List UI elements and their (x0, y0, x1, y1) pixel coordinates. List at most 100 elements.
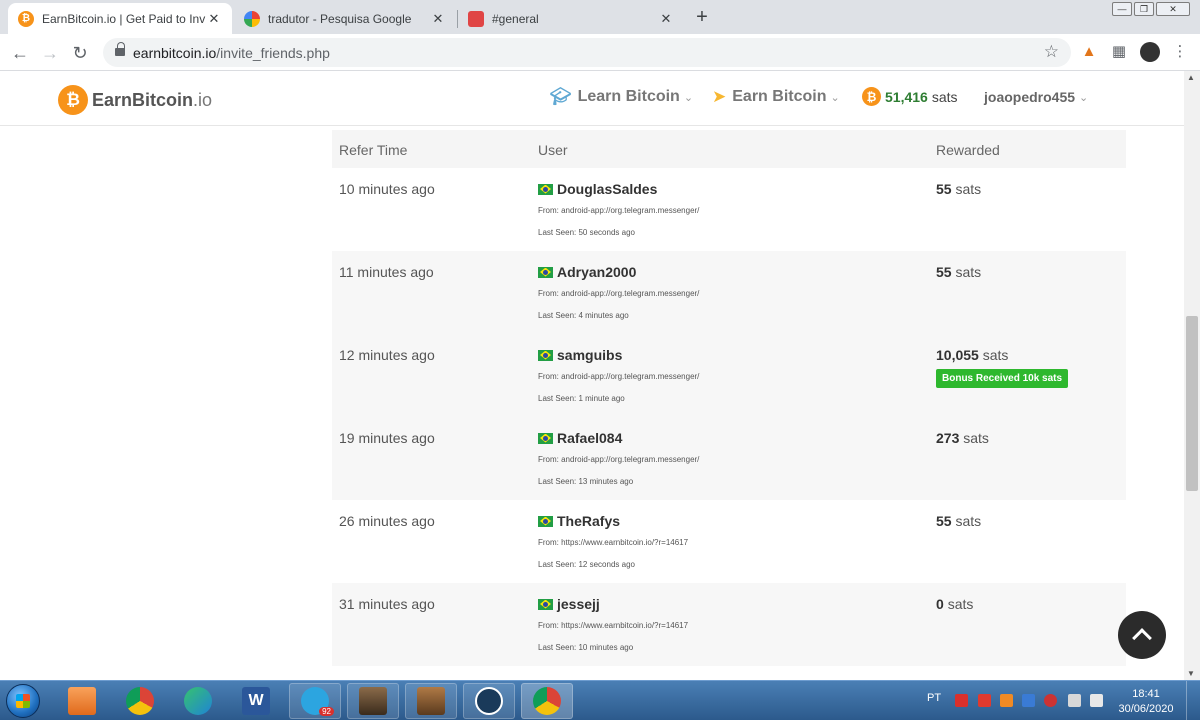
reward-cell: 55 sats (936, 264, 981, 280)
headset-icon (475, 687, 503, 715)
extensions-puzzle-icon[interactable]: ▦ (1109, 42, 1129, 62)
clock-time: 18:41 (1132, 688, 1160, 700)
close-icon[interactable]: ✕ (206, 11, 222, 27)
close-icon[interactable]: ✕ (658, 11, 674, 27)
chrome-icon (126, 687, 154, 715)
taskbar-edge[interactable] (172, 683, 224, 719)
tray-app-icon[interactable] (1000, 694, 1013, 707)
minimize-button[interactable]: — (1112, 2, 1132, 16)
reward-cell: 10,055 sats Bonus Received 10k sats (936, 347, 1069, 388)
profile-avatar[interactable] (1140, 42, 1160, 62)
back-to-top-button[interactable] (1118, 611, 1166, 659)
close-window-button[interactable]: ✕ (1156, 2, 1190, 16)
chevron-up-icon (1132, 628, 1152, 648)
user-source: From: android-app://org.telegram.messeng… (538, 372, 700, 381)
volume-icon[interactable] (1090, 694, 1103, 707)
language-indicator[interactable]: PT (927, 692, 941, 704)
brazil-flag-icon (538, 515, 553, 527)
table-row: 31 minutes ago jessejj From: https://www… (332, 583, 1126, 666)
header-refer-time: Refer Time (339, 142, 408, 158)
header-rewarded: Rewarded (936, 142, 1000, 158)
taskbar-game-1[interactable] (347, 683, 399, 719)
taskbar-support[interactable] (463, 683, 515, 719)
bitcoin-coin-icon: ₿ (862, 87, 881, 106)
user-menu[interactable]: joaopedro455 ⌄ (984, 89, 1088, 105)
show-desktop-button[interactable] (1186, 681, 1200, 720)
scroll-up-arrow-icon[interactable]: ▲ (1187, 73, 1195, 82)
start-button[interactable] (6, 684, 40, 718)
tab-general-chat[interactable]: #general ✕ (458, 3, 684, 34)
tray-app-icon[interactable] (1022, 694, 1035, 707)
table-row: 19 minutes ago Rafael084 From: android-a… (332, 417, 1126, 500)
user-source: From: https://www.earnbitcoin.io/?r=1461… (538, 621, 689, 630)
taskbar-word[interactable]: W (230, 683, 282, 719)
balance-amount: 51,416 (885, 88, 928, 105)
reward-cell: 55 sats (936, 513, 981, 529)
lock-icon (115, 42, 125, 58)
user-last-seen: Last Seen: 4 minutes ago (538, 311, 629, 320)
new-tab-button[interactable]: + (690, 6, 714, 30)
taskbar-chrome-active[interactable] (521, 683, 573, 719)
bitcoin-logo-icon: ₿ (58, 85, 88, 115)
user-cell: samguibs From: android-app://org.telegra… (538, 347, 699, 403)
site-header: ₿ EarnBitcoin.io 🎓︎ Learn Bitcoin ⌄ ➤ Ea… (0, 71, 1184, 126)
close-icon[interactable]: ✕ (430, 11, 446, 27)
site-logo[interactable]: ₿ EarnBitcoin.io (58, 85, 212, 115)
taskbar-media-player[interactable] (56, 683, 108, 719)
reward-cell: 55 sats (936, 181, 981, 197)
forward-icon[interactable]: → (38, 41, 62, 65)
header-user: User (538, 142, 568, 158)
scroll-down-arrow-icon[interactable]: ▼ (1187, 669, 1195, 678)
brazil-flag-icon (538, 349, 553, 361)
nav-earn-bitcoin[interactable]: ➤ Earn Bitcoin ⌄ (712, 87, 840, 107)
restore-button[interactable]: ❐ (1134, 2, 1154, 16)
taskbar-game-2[interactable] (405, 683, 457, 719)
chat-app-icon (468, 10, 484, 27)
user-name: Adryan2000 (538, 264, 699, 280)
graduation-cap-icon: 🎓︎ (550, 87, 572, 106)
telegram-unread-badge: 92 (319, 707, 334, 716)
url-text: earnbitcoin.io/invite_friends.php (133, 45, 330, 61)
network-icon[interactable] (1068, 694, 1081, 707)
scrollbar-thumb[interactable] (1186, 316, 1198, 491)
system-clock[interactable]: 18:41 30/06/2020 (1116, 687, 1176, 717)
tray-app-icon[interactable] (955, 694, 968, 707)
page-content: Refer Time User Rewarded 10 minutes ago … (0, 126, 1184, 680)
nav-learn-bitcoin[interactable]: 🎓︎ Learn Bitcoin ⌄ (550, 87, 693, 107)
nav-learn-bitcoin-label: Learn Bitcoin (577, 88, 680, 105)
taskbar-chrome[interactable] (114, 683, 166, 719)
user-last-seen: Last Seen: 10 minutes ago (538, 643, 634, 652)
edge-icon (184, 687, 212, 715)
refer-time: 19 minutes ago (339, 430, 435, 446)
user-source: From: android-app://org.telegram.messeng… (538, 289, 700, 298)
chevron-down-icon: ⌄ (683, 91, 694, 104)
metamask-fox-icon[interactable]: ▲ (1079, 42, 1099, 62)
user-name-text: Adryan2000 (557, 264, 637, 280)
user-cell: DouglasSaldes From: android-app://org.te… (538, 181, 699, 237)
taskbar-telegram[interactable]: 92 (289, 683, 341, 719)
reward-amount: 10,055 (936, 347, 979, 363)
menu-dots-icon[interactable]: ⋮ (1170, 42, 1190, 62)
brazil-flag-icon (538, 432, 553, 444)
page-scrollbar[interactable]: ▲ ▼ (1184, 71, 1200, 680)
tab-title: EarnBitcoin.io | Get Paid to Invite (42, 11, 206, 26)
reward-unit: sats (955, 181, 982, 197)
reward-unit: sats (963, 430, 989, 446)
table-row: 12 minutes ago samguibs From: android-ap… (332, 334, 1126, 417)
tab-google-search[interactable]: tradutor - Pesquisa Google ✕ (234, 3, 456, 34)
tab-earnbitcoin[interactable]: ₿ EarnBitcoin.io | Get Paid to Invite ✕ (8, 3, 232, 34)
user-name-text: samguibs (557, 347, 623, 363)
reload-icon[interactable]: ↻ (68, 41, 92, 65)
back-icon[interactable]: ← (8, 41, 32, 65)
user-name: TheRafys (538, 513, 688, 529)
tray-app-icon[interactable] (978, 694, 991, 707)
referrals-table: Refer Time User Rewarded 10 minutes ago … (332, 130, 1126, 666)
bookmark-star-icon[interactable]: ☆ (1044, 42, 1059, 62)
logo-suffix: .io (193, 89, 213, 110)
refer-time: 26 minutes ago (339, 513, 435, 529)
user-name-text: DouglasSaldes (557, 181, 658, 197)
reward-amount: 273 (936, 430, 960, 446)
tray-warning-icon[interactable] (1044, 694, 1057, 707)
user-name-text: TheRafys (557, 513, 621, 529)
address-bar[interactable]: earnbitcoin.io/invite_friends.php ☆ (103, 38, 1071, 67)
